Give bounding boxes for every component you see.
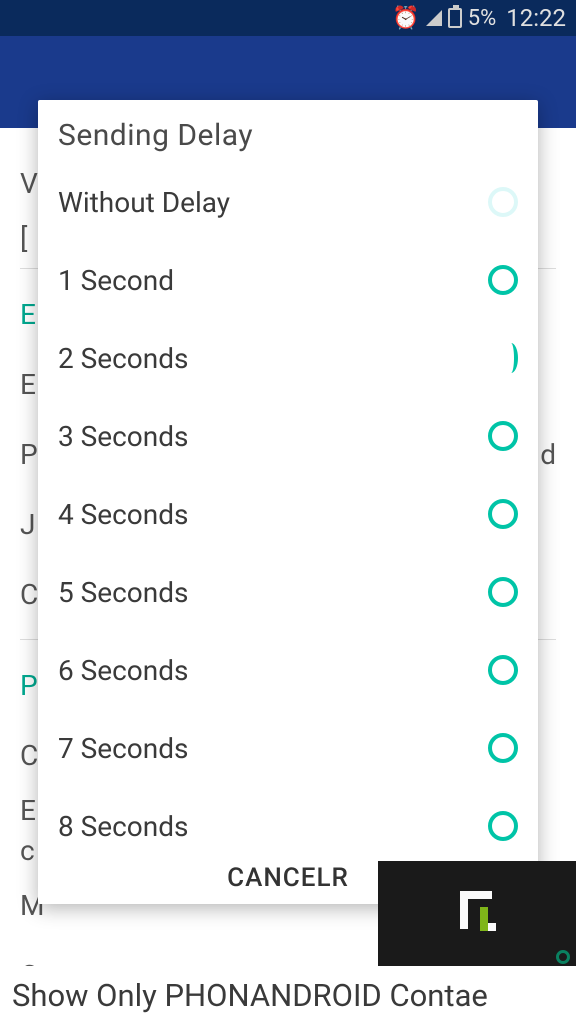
status-time: 12:22 xyxy=(506,4,566,32)
sending-delay-dialog: Sending Delay Without Delay 1 Second 2 Sec… xyxy=(38,100,538,904)
radio-icon[interactable] xyxy=(488,265,518,295)
radio-icon[interactable] xyxy=(488,421,518,451)
delay-option[interactable]: 4 Seconds xyxy=(58,475,518,553)
delay-option-label: Without Delay xyxy=(58,186,230,219)
radio-icon[interactable] xyxy=(488,499,518,529)
cancel-button[interactable]: CANCELR xyxy=(207,853,369,903)
alarm-icon: ⏰ xyxy=(392,6,419,31)
status-bar: ⏰ 5% 12:22 xyxy=(0,0,576,36)
battery-percent: 5% xyxy=(468,6,496,31)
delay-option[interactable]: 1 Second xyxy=(58,241,518,319)
phonandroid-logo xyxy=(378,861,576,966)
delay-option-label: 5 Seconds xyxy=(58,576,188,609)
dialog-title: Sending Delay xyxy=(38,100,538,163)
dialog-option-list[interactable]: Without Delay 1 Second 2 Seconds 3 Seconds 4… xyxy=(38,163,538,852)
footer-banner: Show Only PHONANDROID Contae xyxy=(0,966,576,1024)
delay-option-label: 1 Second xyxy=(58,264,174,297)
radio-icon[interactable] xyxy=(504,343,518,373)
delay-option[interactable]: 5 Seconds xyxy=(58,553,518,631)
battery-icon xyxy=(448,8,462,28)
delay-option-label: 3 Seconds xyxy=(58,420,188,453)
indicator-icon xyxy=(556,950,570,964)
delay-option[interactable]: 2 Seconds xyxy=(58,319,518,397)
radio-icon[interactable] xyxy=(488,577,518,607)
delay-option-label: 6 Seconds xyxy=(58,654,188,687)
delay-option[interactable]: 6 Seconds xyxy=(58,631,518,709)
footer-text: Show Only PHONANDROID Contae xyxy=(12,977,488,1014)
delay-option[interactable]: 8 Seconds xyxy=(58,787,518,852)
radio-icon[interactable] xyxy=(488,811,518,841)
delay-option-label: 8 Seconds xyxy=(58,810,188,843)
delay-option-label: 7 Seconds xyxy=(58,732,188,765)
signal-icon xyxy=(426,10,442,26)
radio-icon[interactable] xyxy=(488,187,518,217)
delay-option[interactable]: Without Delay xyxy=(58,163,518,241)
radio-icon[interactable] xyxy=(488,733,518,763)
delay-option-label: 2 Seconds xyxy=(58,342,188,375)
delay-option[interactable]: 7 Seconds xyxy=(58,709,518,787)
delay-option[interactable]: 3 Seconds xyxy=(58,397,518,475)
delay-option-label: 4 Seconds xyxy=(58,498,188,531)
radio-icon[interactable] xyxy=(488,655,518,685)
